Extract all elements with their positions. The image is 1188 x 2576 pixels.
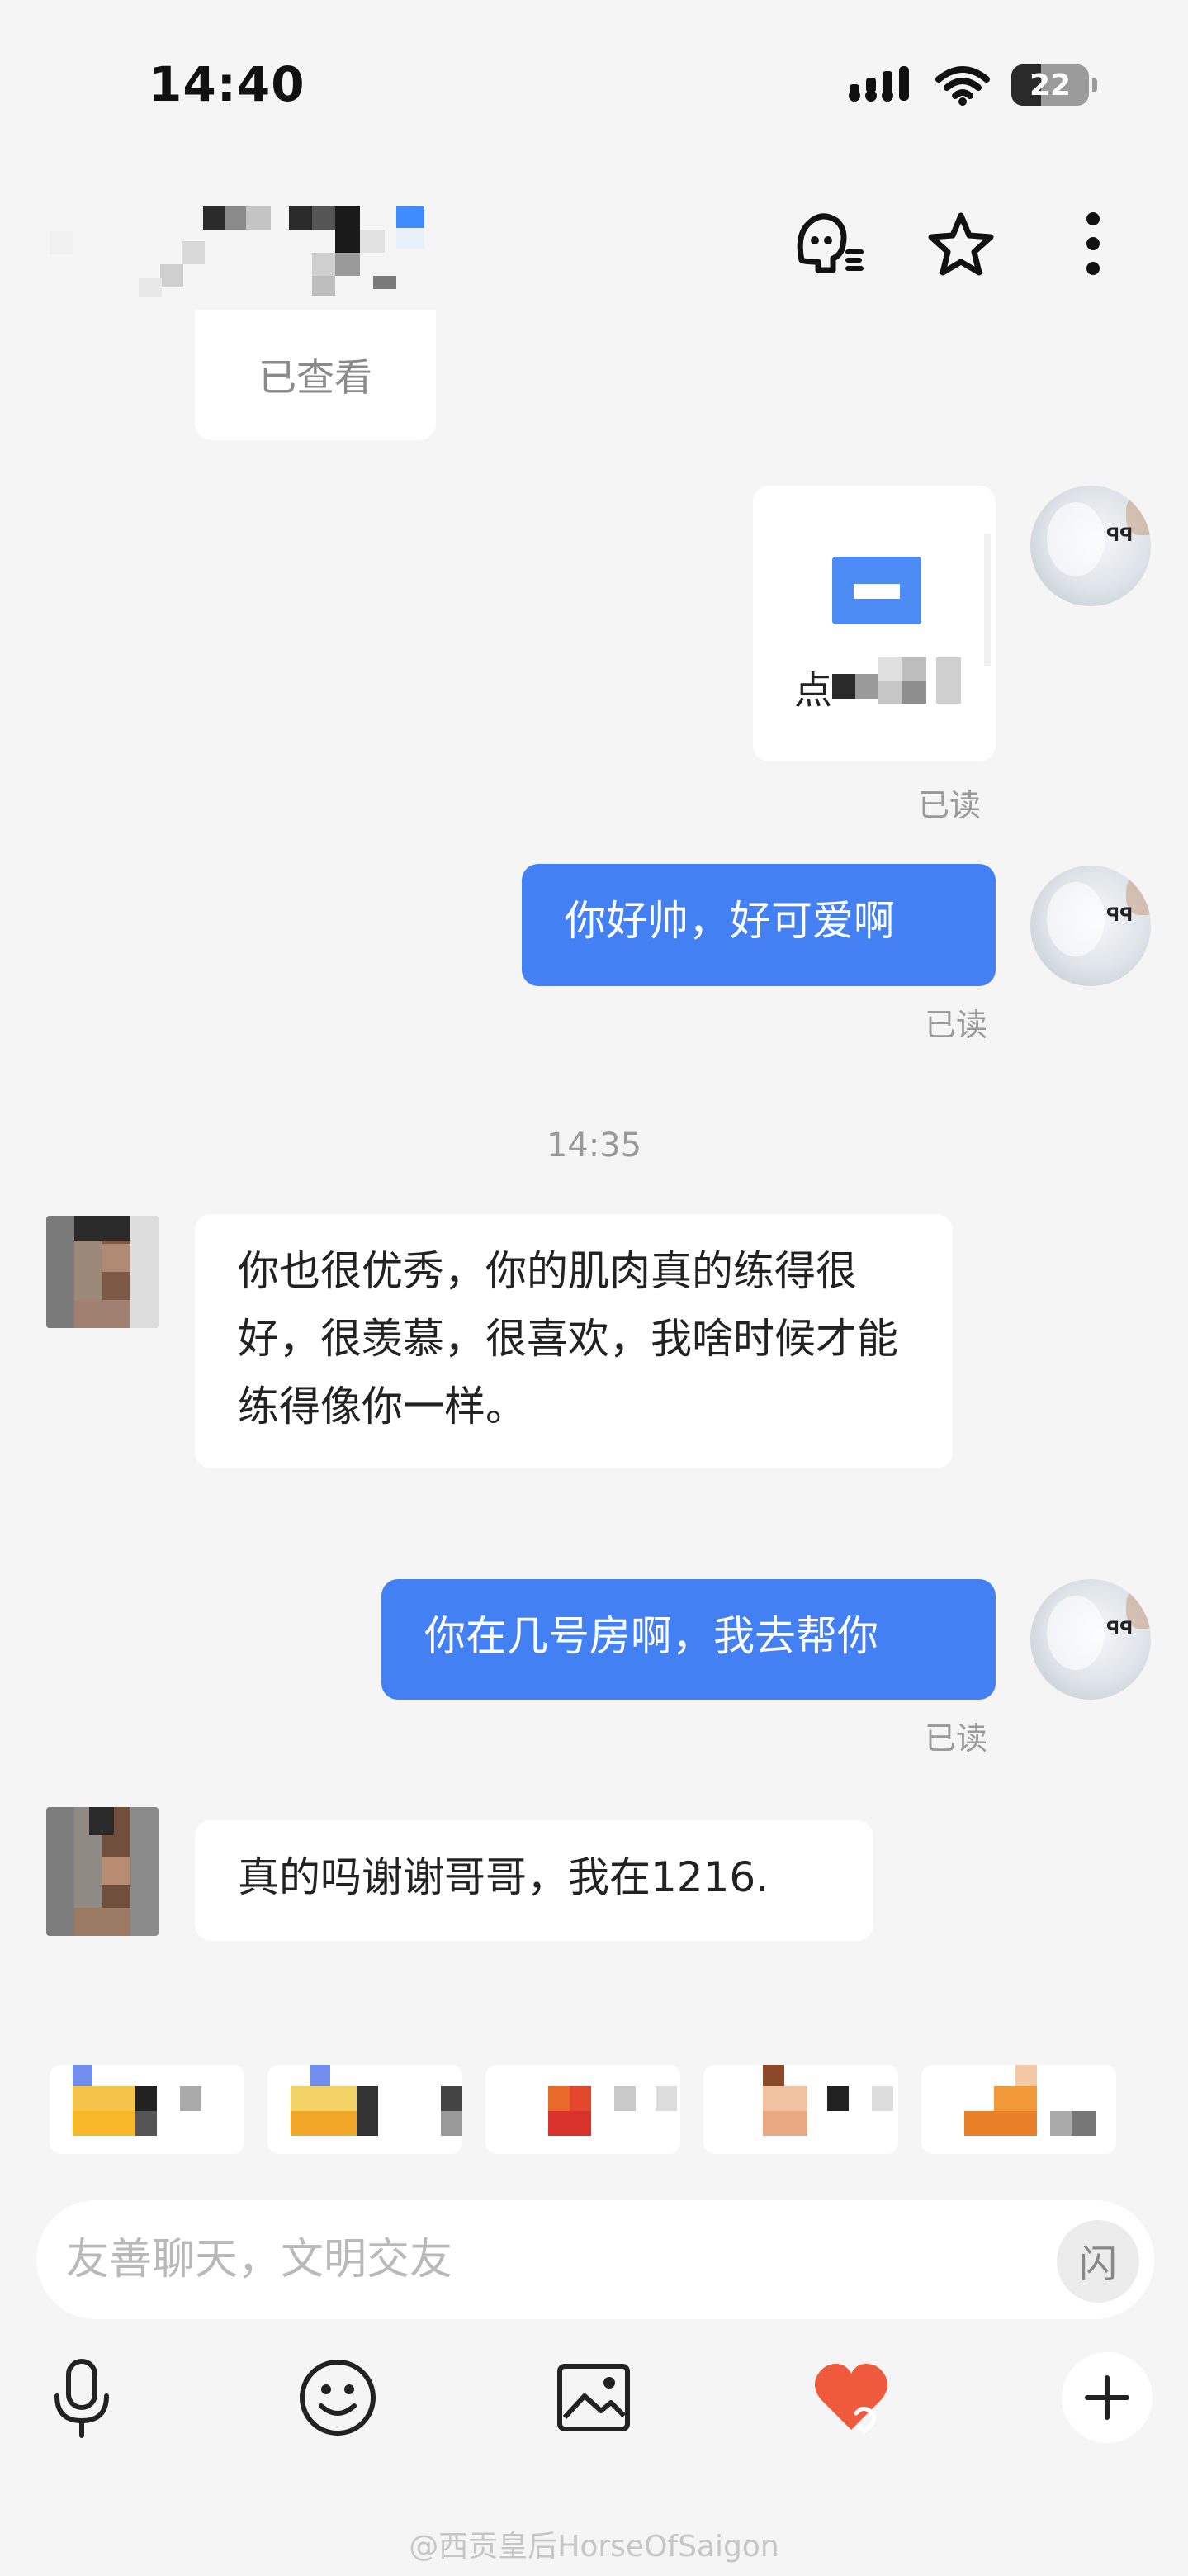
battery-indicator: 22 xyxy=(1011,64,1097,106)
emoji-icon xyxy=(300,2360,376,2436)
flash-chat-button[interactable]: 闪 xyxy=(1057,2220,1139,2303)
image-button[interactable] xyxy=(548,2352,639,2443)
bottom-toolbar xyxy=(0,2352,1188,2443)
card-message-bubble[interactable]: 点 xyxy=(753,486,996,761)
image-icon xyxy=(557,2364,630,2431)
heart-icon xyxy=(815,2364,887,2435)
my-avatar[interactable]: ꟼꟼ xyxy=(1030,486,1151,606)
incoming-message-bubble[interactable]: 你也很优秀，你的肌肉真的练得很好，很羡慕，很喜欢，我啥时候才能练得像你一样。 xyxy=(195,1214,953,1468)
more-options-button[interactable] xyxy=(1056,206,1130,281)
message-input[interactable] xyxy=(66,2235,1040,2284)
sticker-suggestion[interactable] xyxy=(485,2065,680,2154)
favorite-button[interactable] xyxy=(924,206,998,281)
read-receipt: 已读 xyxy=(925,1720,988,1757)
my-avatar[interactable]: ꟼꟼ xyxy=(1030,1579,1151,1700)
signal-icon xyxy=(849,66,909,102)
watermark: @西贡皇后HorseOfSaigon xyxy=(409,2530,779,2564)
flash-label: 闪 xyxy=(1079,2242,1117,2286)
more-icon xyxy=(1086,212,1100,275)
message-input-bar: 闪 xyxy=(36,2200,1154,2319)
read-receipt: 已读 xyxy=(925,1007,988,1043)
microphone-icon xyxy=(54,2359,109,2438)
emoji-button[interactable] xyxy=(292,2352,383,2443)
outgoing-message-bubble[interactable]: 你在几号房啊，我去帮你 xyxy=(381,1579,996,1700)
chat-timestamp: 14:35 xyxy=(546,1127,642,1165)
contact-avatar[interactable] xyxy=(46,1216,159,1328)
read-receipt: 已读 xyxy=(918,787,982,823)
card-icon xyxy=(832,557,921,624)
voice-button[interactable] xyxy=(36,2352,127,2443)
tone-icon xyxy=(797,213,864,273)
voice-tone-button[interactable] xyxy=(792,206,866,281)
incoming-message-bubble[interactable]: 真的吗谢谢哥哥，我在1216. xyxy=(195,1820,873,1941)
star-icon xyxy=(928,212,994,276)
battery-level: 22 xyxy=(1029,68,1072,102)
plus-icon xyxy=(1085,2375,1129,2420)
sticker-suggestion[interactable] xyxy=(703,2065,898,2154)
card-label: 点 xyxy=(794,668,832,713)
outgoing-message-bubble[interactable]: 你好帅，好可爱啊 xyxy=(522,864,996,986)
contact-name-mosaic[interactable] xyxy=(50,206,446,297)
viewed-label: 已查看 xyxy=(258,355,372,400)
more-actions-button[interactable] xyxy=(1062,2352,1153,2443)
my-avatar[interactable]: ꟼꟼ xyxy=(1030,866,1151,986)
status-icons: 22 xyxy=(848,64,1097,106)
status-time: 14:40 xyxy=(149,56,305,112)
contact-avatar[interactable] xyxy=(46,1807,159,1936)
gift-button[interactable] xyxy=(806,2352,897,2443)
viewed-message-bubble[interactable]: 已查看 xyxy=(195,310,436,440)
wifi-icon xyxy=(935,66,990,106)
sticker-suggestion[interactable] xyxy=(50,2065,244,2154)
sticker-suggestion[interactable] xyxy=(921,2065,1116,2154)
header-actions xyxy=(792,206,1130,281)
sticker-suggestion[interactable] xyxy=(267,2065,462,2154)
